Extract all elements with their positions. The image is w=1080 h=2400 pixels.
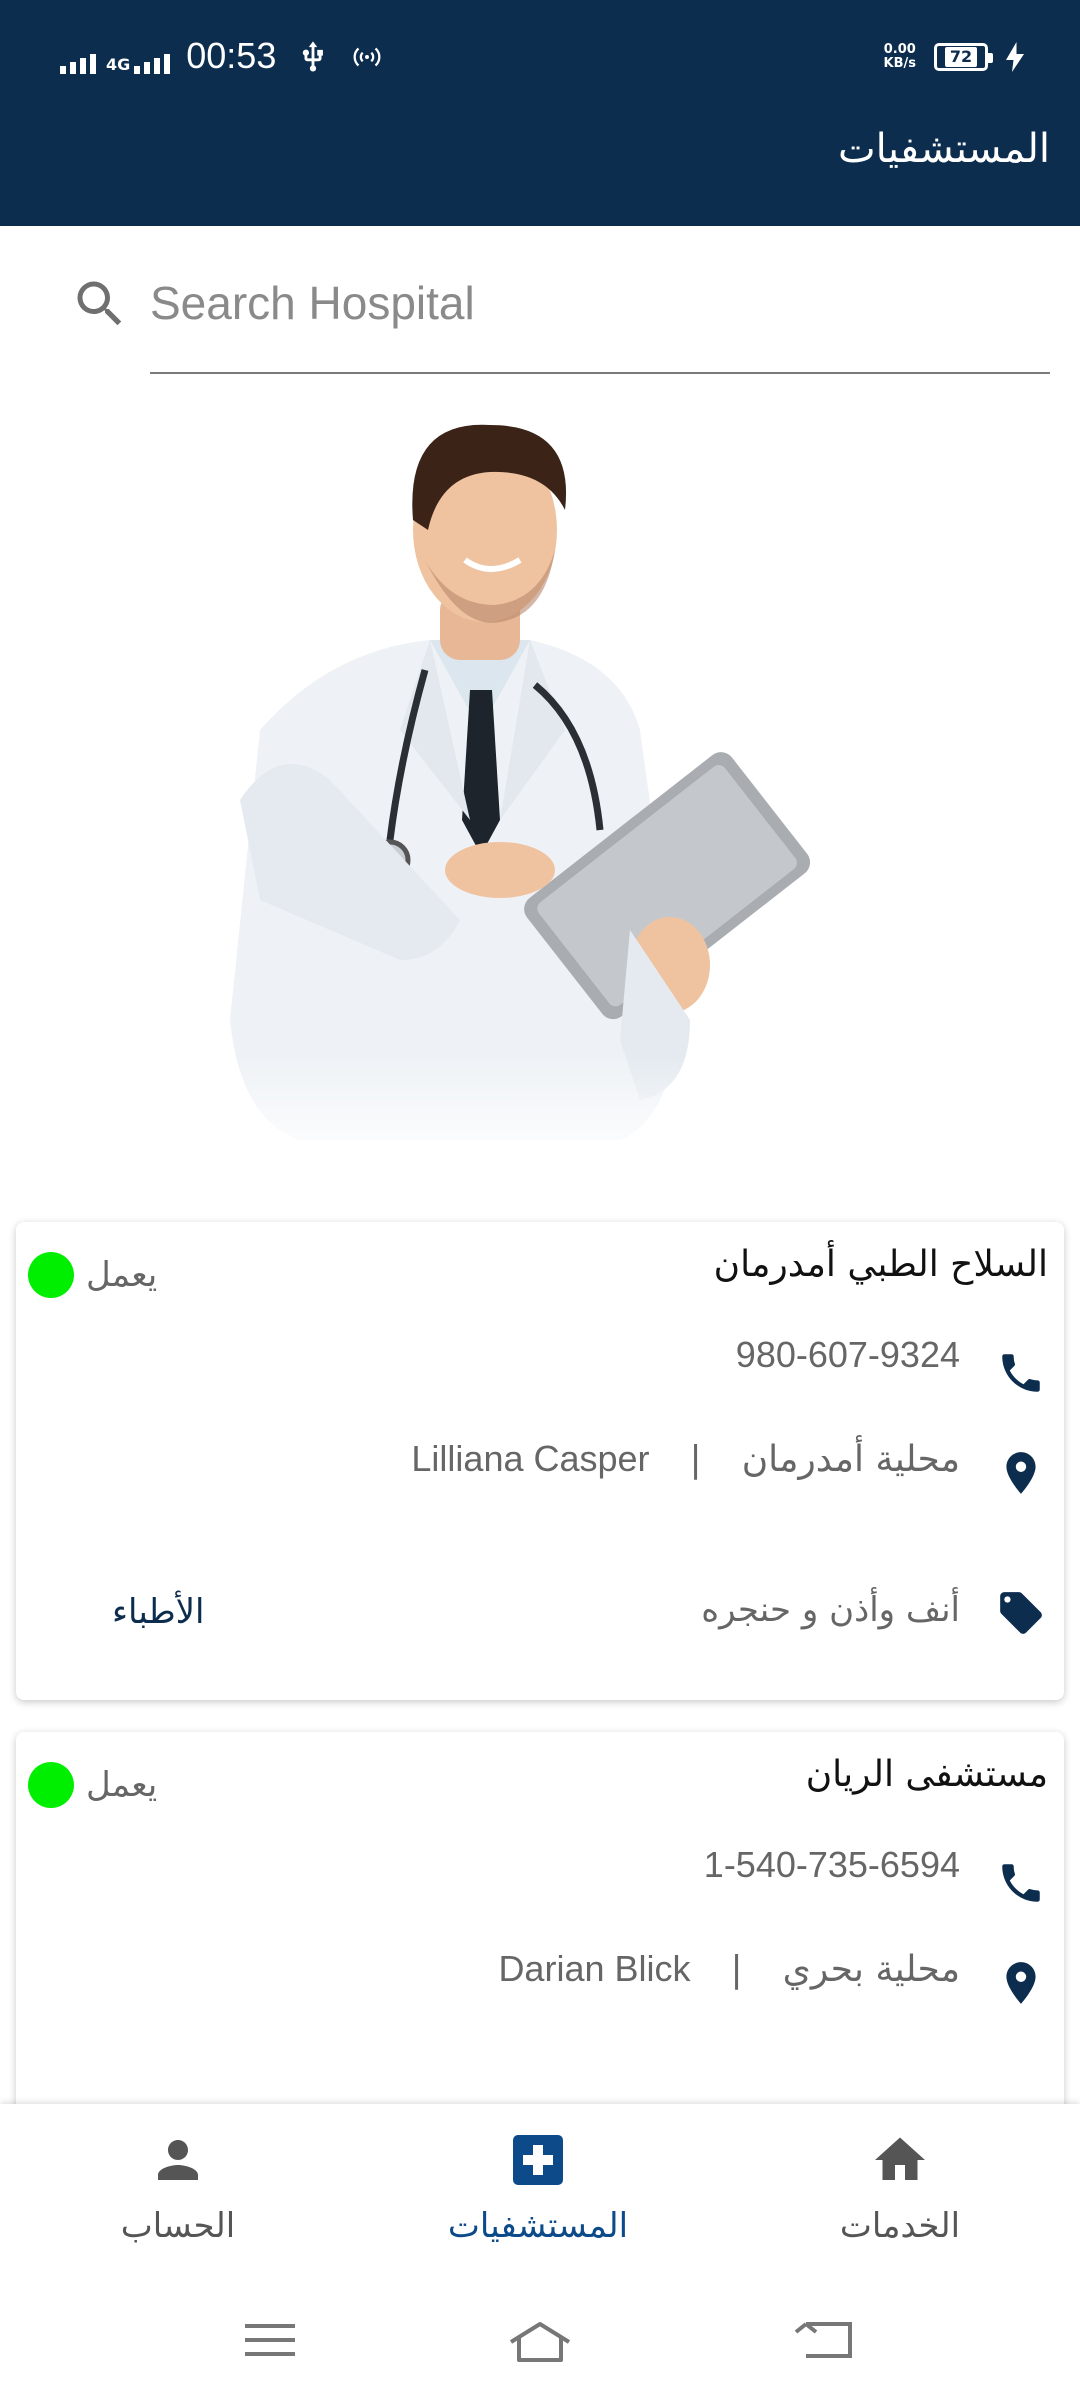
net-speed: 0.00 KB/s: [884, 43, 916, 71]
location-pin-icon: [1006, 1962, 1036, 2004]
status-badge: يعمل: [28, 1762, 157, 1808]
status-left: 4G 00:53: [60, 38, 384, 74]
phone-number[interactable]: 980-607-9324: [736, 1334, 960, 1376]
clock: 00:53: [186, 35, 277, 76]
network-group: 4G: [106, 48, 171, 74]
location-pin-icon: [1006, 1452, 1036, 1494]
search-input[interactable]: [150, 268, 1050, 338]
locality: محلية بحري: [782, 1948, 960, 1990]
status-bar: 4G 00:53 0.00 KB/s 72: [0, 0, 1080, 120]
usb-icon: [303, 41, 324, 72]
battery-level: 72: [944, 47, 978, 67]
search-icon[interactable]: [70, 274, 130, 334]
hospital-card[interactable]: السلاح الطبي أمدرمان يعمل 980-607-9324 م…: [16, 1222, 1064, 1700]
divider: |: [689, 1438, 702, 1480]
doctors-link[interactable]: الأطباء: [112, 1592, 205, 1632]
battery-icon: 72: [934, 43, 993, 71]
nav-hospitals[interactable]: المستشفيات: [388, 2130, 688, 2246]
bottom-navigation: الحساب المستشفيات الخدمات: [0, 2104, 1080, 2284]
search-underline: [150, 372, 1050, 374]
nav-account[interactable]: الحساب: [28, 2130, 328, 2246]
nav-services[interactable]: الخدمات: [750, 2130, 1050, 2246]
speed-unit: KB/s: [883, 56, 916, 71]
signal-icon: [60, 48, 96, 74]
hospital-card[interactable]: مستشفى الريان يعمل 1-540-735-6594 محلية …: [16, 1732, 1064, 2152]
status-dot-icon: [28, 1252, 74, 1298]
divider: |: [730, 1948, 743, 1990]
phone-icon[interactable]: [996, 1858, 1046, 1908]
location-row: محلية بحري | Darian Blick: [498, 1948, 960, 1990]
location-row: محلية أمدرمان | Lilliana Casper: [411, 1438, 960, 1480]
status-badge: يعمل: [28, 1252, 157, 1298]
phone-icon[interactable]: [996, 1348, 1046, 1398]
hotspot-icon: [353, 47, 381, 67]
hospital-name: مستشفى الريان: [805, 1754, 1048, 1795]
contact-name: Lilliana Casper: [411, 1438, 650, 1479]
status-label: يعمل: [86, 1765, 158, 1805]
nav-account-label: الحساب: [120, 2206, 236, 2246]
search-bar: [0, 226, 1080, 376]
system-navigation-bar: [0, 2284, 1080, 2400]
person-icon: [158, 2140, 198, 2180]
doctor-illustration: [200, 400, 880, 1170]
app-header: 4G 00:53 0.00 KB/s 72 المستشفيات: [0, 0, 1080, 226]
page-title: المستشفيات: [837, 126, 1050, 172]
specialty: أنف وأذن و حنجره: [701, 1590, 960, 1630]
tag-icon: [1000, 1592, 1042, 1634]
nav-services-label: الخدمات: [839, 2206, 961, 2246]
status-right: 0.00 KB/s 72: [884, 42, 1024, 72]
phone-number[interactable]: 1-540-735-6594: [704, 1844, 960, 1886]
network-type: 4G: [106, 55, 131, 74]
status-label: يعمل: [86, 1255, 158, 1295]
charging-icon: [1006, 42, 1024, 72]
hospital-name: السلاح الطبي أمدرمان: [713, 1244, 1048, 1285]
signal-2-icon: [134, 48, 171, 74]
locality: محلية أمدرمان: [741, 1438, 960, 1480]
contact-name: Darian Blick: [498, 1948, 691, 1989]
home-icon: [875, 2137, 925, 2180]
menu-icon[interactable]: [235, 2312, 305, 2368]
nav-hospitals-label: المستشفيات: [447, 2206, 629, 2246]
medical-cross-icon: [513, 2135, 563, 2185]
speed-value: 0.00: [883, 42, 916, 57]
home-button-icon[interactable]: [505, 2312, 575, 2368]
status-dot-icon: [28, 1762, 74, 1808]
back-icon[interactable]: [790, 2312, 860, 2368]
